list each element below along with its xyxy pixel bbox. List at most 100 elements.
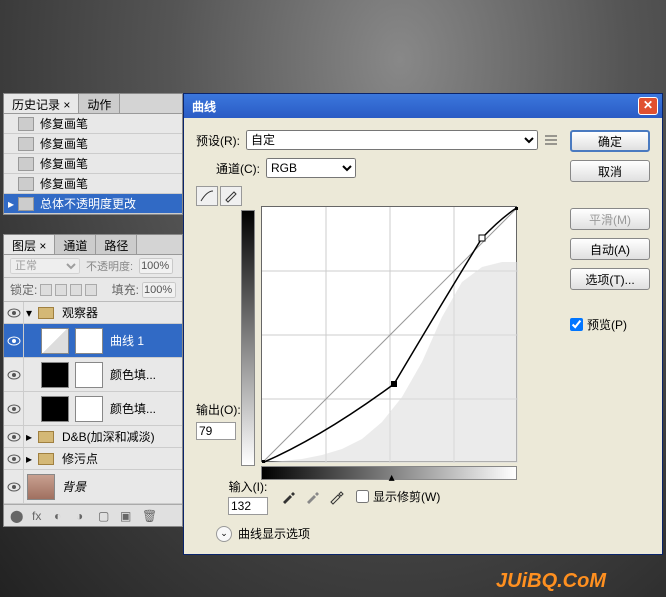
layers-tabs: 图层 × 通道 路径 (4, 235, 182, 255)
gray-point-eyedropper[interactable] (304, 489, 320, 505)
history-item[interactable]: 修复画笔 (4, 134, 182, 154)
channel-label: 通道(C): (216, 160, 260, 177)
auto-button[interactable]: 自动(A) (570, 238, 650, 260)
tab-paths[interactable]: 路径 (96, 235, 137, 254)
output-input[interactable] (196, 422, 236, 440)
visibility-toggle[interactable] (4, 302, 24, 323)
layer-name: 观察器 (58, 304, 98, 321)
lock-all-icon[interactable] (85, 284, 97, 296)
layer-name: 修污点 (58, 450, 98, 467)
dialog-title: 曲线 (192, 98, 638, 115)
output-label: 输出(O): (196, 401, 241, 418)
white-point-eyedropper[interactable] (328, 489, 344, 505)
show-clipping-checkbox[interactable] (356, 490, 369, 503)
watermark: JUiBQ.CoM (496, 570, 606, 593)
curves-dialog: 曲线 ✕ 预设(R): 自定 通道(C): RGB 输出(O): (183, 93, 663, 555)
layer-thumb (27, 474, 55, 500)
fill-input[interactable] (142, 282, 176, 298)
visibility-toggle[interactable] (4, 324, 24, 357)
tab-history-label: 历史记录 (12, 98, 60, 112)
layer-name: 颜色填... (106, 400, 156, 417)
dialog-titlebar[interactable]: 曲线 ✕ (184, 94, 662, 118)
tab-actions[interactable]: 动作 (79, 94, 120, 113)
history-tabs: 历史记录 × 动作 (4, 94, 182, 114)
layers-footer: ⬤ fx ◐ ◑ ▢ ▣ 🗑 (4, 504, 182, 526)
fill-thumb (41, 362, 69, 388)
layer-colorfill[interactable]: 颜色填... (4, 358, 182, 392)
history-label: 修复画笔 (40, 115, 88, 132)
layer-name: D&B(加深和减淡) (58, 428, 155, 445)
preset-select[interactable]: 自定 (246, 130, 538, 150)
tab-layers[interactable]: 图层 × (4, 235, 55, 254)
ok-button[interactable]: 确定 (570, 130, 650, 152)
eyedropper-group (280, 489, 344, 505)
mask-thumb (75, 396, 103, 422)
visibility-toggle[interactable] (4, 358, 24, 391)
history-item[interactable]: 修复画笔 (4, 154, 182, 174)
history-item-selected[interactable]: ▸总体不透明度更改 (4, 194, 182, 214)
lock-label: 锁定: (10, 281, 37, 298)
new-layer-icon[interactable]: ▣ (120, 509, 134, 523)
layer-group[interactable]: ▾ 观察器 (4, 302, 182, 324)
adjustment-icon[interactable]: ◑ (76, 509, 90, 523)
layer-name: 颜色填... (106, 366, 156, 383)
opacity-input[interactable] (139, 258, 173, 274)
brush-icon (18, 157, 34, 171)
preview-checkbox[interactable] (570, 318, 583, 331)
lock-row: 锁定: 填充: (4, 278, 182, 302)
mask-icon[interactable]: ◐ (54, 509, 68, 523)
brush-icon (18, 137, 34, 151)
layer-colorfill[interactable]: 颜色填... (4, 392, 182, 426)
folder-icon (38, 453, 54, 465)
layer-name: 曲线 1 (106, 332, 144, 349)
blend-controls: 正常 不透明度: (4, 255, 182, 278)
visibility-toggle[interactable] (4, 392, 24, 425)
layer-background[interactable]: 背景 (4, 470, 182, 504)
close-button[interactable]: ✕ (638, 97, 658, 115)
options-button[interactable]: 选项(T)... (570, 268, 650, 290)
tab-channels[interactable]: 通道 (55, 235, 96, 254)
history-label: 总体不透明度更改 (40, 195, 136, 212)
curve-pencil-tool[interactable] (220, 186, 242, 206)
brush-icon (18, 177, 34, 191)
visibility-toggle[interactable] (4, 470, 24, 503)
layer-name: 背景 (58, 478, 86, 495)
lock-paint-icon[interactable] (55, 284, 67, 296)
input-label: 输入(I): (229, 478, 268, 495)
fx-icon[interactable]: fx (32, 509, 46, 523)
mask-thumb (75, 362, 103, 388)
layer-curves[interactable]: 曲线 1 (4, 324, 182, 358)
curve-point-tool[interactable] (196, 186, 218, 206)
layer-group[interactable]: ▸ D&B(加深和减淡) (4, 426, 182, 448)
channel-select[interactable]: RGB (266, 158, 356, 178)
preset-menu-icon[interactable] (544, 134, 558, 146)
history-item[interactable]: 修复画笔 (4, 114, 182, 134)
history-panel: 历史记录 × 动作 修复画笔 修复画笔 修复画笔 修复画笔 ▸总体不透明度更改 (3, 93, 183, 215)
lock-transparent-icon[interactable] (40, 284, 52, 296)
layers-panel: 图层 × 通道 路径 正常 不透明度: 锁定: 填充: ▾ 观察器 曲线 1 颜… (3, 234, 183, 527)
folder-new-icon[interactable]: ▢ (98, 509, 112, 523)
blend-mode-select[interactable]: 正常 (10, 258, 80, 274)
visibility-toggle[interactable] (4, 426, 24, 447)
tab-history[interactable]: 历史记录 × (4, 94, 79, 113)
tab-layers-label: 图层 (12, 239, 36, 253)
history-label: 修复画笔 (40, 135, 88, 152)
opacity-label: 不透明度: (86, 258, 133, 274)
input-input[interactable] (228, 497, 268, 515)
lock-position-icon[interactable] (70, 284, 82, 296)
history-item[interactable]: 修复画笔 (4, 174, 182, 194)
expand-options-toggle[interactable]: ⌄ (216, 526, 232, 542)
curve-graph[interactable] (261, 206, 517, 462)
trash-icon[interactable]: 🗑 (142, 509, 156, 523)
layer-group[interactable]: ▸ 修污点 (4, 448, 182, 470)
history-label: 修复画笔 (40, 155, 88, 172)
output-gradient (241, 210, 255, 466)
link-icon[interactable]: ⬤ (10, 509, 24, 523)
black-point-eyedropper[interactable] (280, 489, 296, 505)
expand-label: 曲线显示选项 (238, 525, 310, 542)
smooth-button[interactable]: 平滑(M) (570, 208, 650, 230)
slider-icon (18, 197, 34, 211)
cancel-button[interactable]: 取消 (570, 160, 650, 182)
history-label: 修复画笔 (40, 175, 88, 192)
visibility-toggle[interactable] (4, 448, 24, 469)
